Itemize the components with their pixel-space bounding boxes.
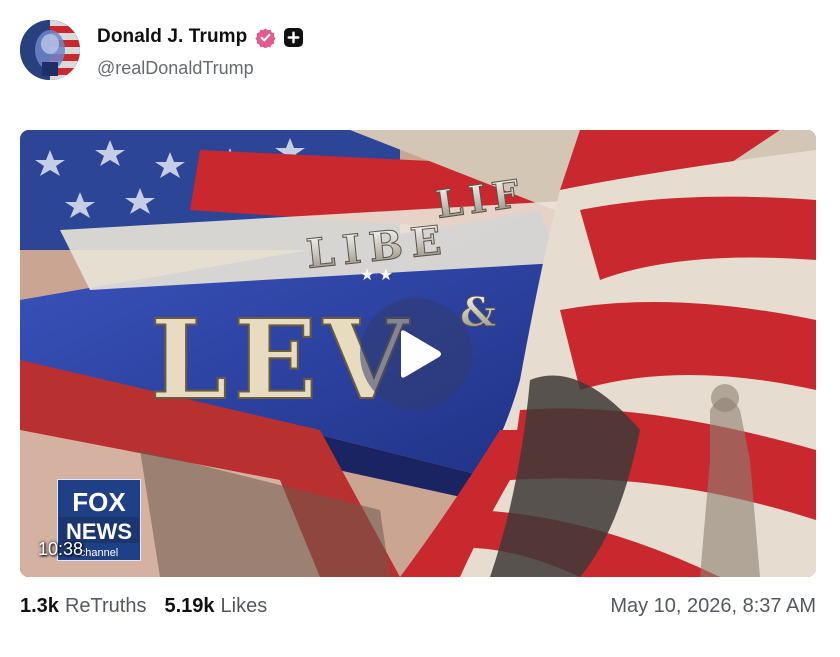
video-player[interactable]: LIF LIBE & LEV ★ ★ FOX NEWS channel 10:3… [20, 130, 816, 577]
play-button[interactable] [360, 298, 472, 410]
verified-badge-icon [255, 27, 277, 48]
retruths-label: ReTruths [64, 595, 147, 617]
video-duration: 10:38 [38, 539, 84, 559]
avatar-image [20, 20, 80, 80]
likes-label: Likes [220, 595, 268, 617]
author-display-name[interactable]: Donald J. Trump [97, 26, 247, 48]
svg-text:channel: channel [80, 547, 119, 559]
play-icon [401, 330, 441, 378]
likes-stat[interactable]: 5.19k Likes [164, 595, 267, 618]
author-name-row: Donald J. Trump [97, 26, 304, 48]
plus-square-icon [284, 27, 304, 47]
retruths-count: 1.3k [20, 595, 59, 617]
author-avatar[interactable] [20, 20, 80, 80]
post-stats: 1.3k ReTruths 5.19k Likes [20, 595, 267, 618]
post-timestamp[interactable]: May 10, 2026, 8:37 AM [610, 595, 816, 618]
likes-count: 5.19k [164, 595, 215, 617]
author-handle[interactable]: @realDonaldTrump [97, 58, 254, 79]
svg-text:FOX: FOX [72, 487, 126, 517]
svg-text:★ ★: ★ ★ [360, 267, 393, 284]
retruths-stat[interactable]: 1.3k ReTruths [20, 595, 146, 618]
